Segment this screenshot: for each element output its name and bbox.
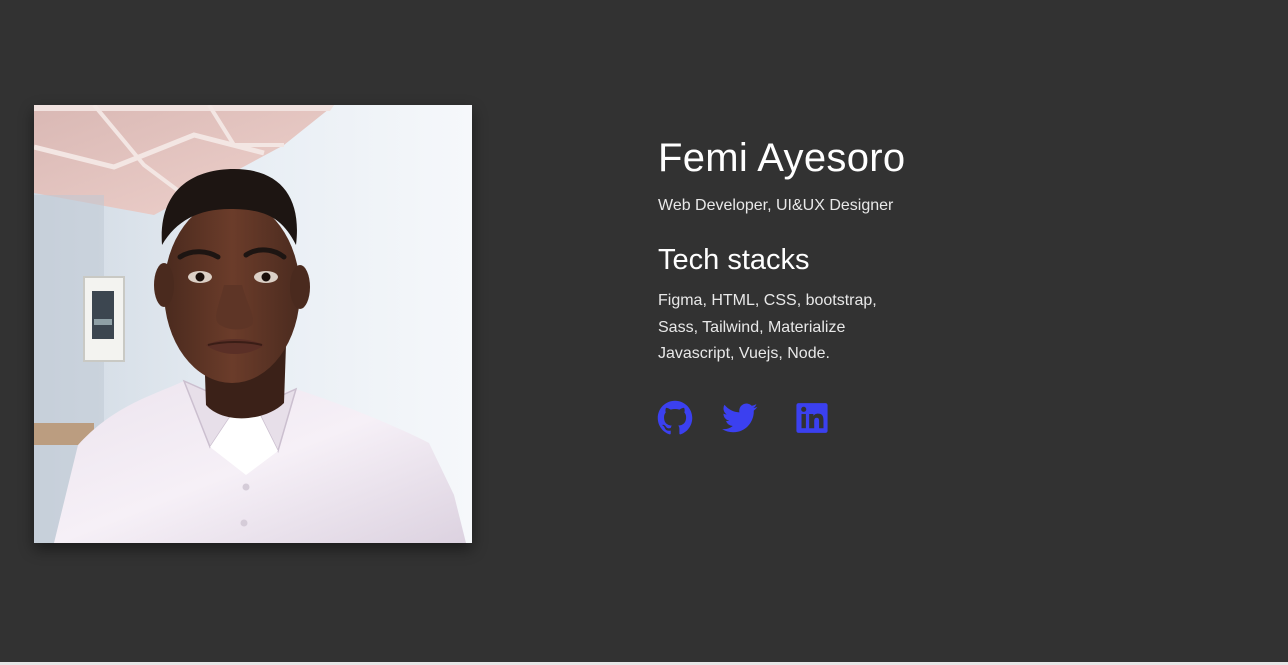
github-link[interactable] [657, 400, 693, 436]
profile-name: Femi Ayesoro [658, 136, 906, 180]
tech-stacks-line: Sass, Tailwind, Materialize [658, 318, 846, 336]
twitter-link[interactable] [722, 400, 758, 436]
hero-section: Femi Ayesoro Web Developer, UI&UX Design… [0, 0, 1288, 662]
profile-role: Web Developer, UI&UX Designer [658, 197, 894, 214]
profile-info: Femi Ayesoro Web Developer, UI&UX Design… [658, 132, 1078, 368]
linkedin-icon [795, 400, 831, 436]
tech-stacks-list: Figma, HTML, CSS, bootstrap, Sass, Tailw… [658, 288, 1078, 368]
twitter-icon [722, 400, 758, 436]
linkedin-link[interactable] [795, 400, 831, 436]
github-icon [657, 400, 693, 436]
profile-photo [34, 105, 472, 543]
tech-stacks-line: Figma, HTML, CSS, bootstrap, [658, 292, 877, 309]
tech-stacks-heading: Tech stacks [658, 244, 810, 276]
tech-stacks-line: Javascript, Vuejs, Node. [658, 345, 830, 362]
